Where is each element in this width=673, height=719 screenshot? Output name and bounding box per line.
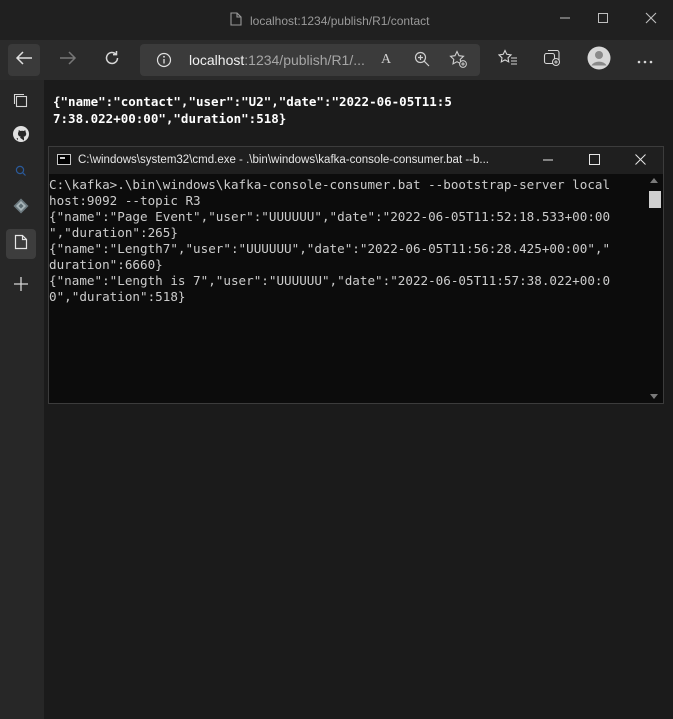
search-icon xyxy=(14,164,28,183)
json-response-text: {"name":"contact","user":"U2","date":"20… xyxy=(53,94,452,126)
back-button[interactable] xyxy=(8,44,40,76)
more-icon xyxy=(637,51,653,69)
collections-button[interactable] xyxy=(536,44,568,76)
console-line: duration":6660} xyxy=(49,257,163,272)
sidebar-item-search[interactable] xyxy=(6,158,36,188)
address-text[interactable]: localhost:1234/publish/R1/... xyxy=(189,52,365,68)
close-icon xyxy=(634,152,646,170)
maximize-icon xyxy=(588,152,600,170)
refresh-button[interactable] xyxy=(96,44,128,76)
profile-icon xyxy=(587,46,611,75)
window-title-area: localhost:1234/publish/R1/contact xyxy=(230,12,429,29)
scroll-down-icon[interactable] xyxy=(650,394,658,399)
forward-button[interactable] xyxy=(52,44,84,76)
cmd-maximize-button[interactable] xyxy=(571,147,617,174)
document-icon xyxy=(14,234,28,255)
cmd-scrollbar[interactable] xyxy=(647,175,663,403)
console-line: C:\kafka>.\bin\windows\kafka-console-con… xyxy=(49,177,611,192)
cmd-output[interactable]: C:\kafka>.\bin\windows\kafka-console-con… xyxy=(49,177,647,399)
favorites-icon xyxy=(497,48,518,72)
refresh-icon xyxy=(103,49,121,72)
cmd-title: C:\windows\system32\cmd.exe - .\bin\wind… xyxy=(78,154,489,166)
cmd-minimize-button[interactable] xyxy=(525,147,571,174)
read-aloud-button[interactable]: A xyxy=(376,51,396,69)
more-button[interactable] xyxy=(629,44,661,76)
forward-arrow-icon xyxy=(59,50,77,71)
browser-titlebar: localhost:1234/publish/R1/contact xyxy=(0,0,673,40)
read-aloud-icon: A xyxy=(380,52,392,67)
maximize-icon xyxy=(597,11,609,29)
window-title: localhost:1234/publish/R1/contact xyxy=(250,13,430,28)
sidebar-item-add[interactable] xyxy=(6,271,36,301)
collections-icon xyxy=(543,49,561,72)
cmd-titlebar[interactable]: C:\windows\system32\cmd.exe - .\bin\wind… xyxy=(49,147,663,174)
info-icon[interactable] xyxy=(156,52,172,73)
github-icon xyxy=(12,125,30,148)
add-favorite-button[interactable] xyxy=(448,49,468,71)
minimize-icon xyxy=(559,11,571,29)
favorites-button[interactable] xyxy=(492,44,524,76)
maximize-button[interactable] xyxy=(584,0,622,40)
console-line: {"name":"Page Event","user":"UUUUUU","da… xyxy=(49,209,611,224)
back-arrow-icon xyxy=(15,50,33,71)
sidebar-item-document[interactable] xyxy=(6,229,36,259)
close-button[interactable] xyxy=(632,0,670,40)
minimize-icon xyxy=(543,152,553,170)
minimize-button[interactable] xyxy=(546,0,584,40)
close-icon xyxy=(645,11,657,29)
cmd-close-button[interactable] xyxy=(617,147,663,174)
console-line: {"name":"Length is 7","user":"UUUUUU","d… xyxy=(49,273,611,288)
console-line: 0","duration":518} xyxy=(49,289,186,304)
image-icon xyxy=(12,197,30,220)
profile-button[interactable] xyxy=(583,44,615,76)
browser-sidebar xyxy=(0,80,44,719)
tab-actions-icon xyxy=(13,93,29,114)
sidebar-item-github[interactable] xyxy=(6,121,36,151)
sidebar-item-tab-actions[interactable] xyxy=(6,88,36,118)
cmd-icon xyxy=(57,154,71,165)
page-icon xyxy=(230,12,242,29)
add-icon xyxy=(13,276,29,297)
zoom-icon xyxy=(414,51,430,70)
add-favorite-icon xyxy=(449,49,467,71)
sidebar-item-image[interactable] xyxy=(6,193,36,223)
console-line: host:9092 --topic R3 xyxy=(49,193,201,208)
console-line: ","duration":265} xyxy=(49,225,178,240)
cmd-window: C:\windows\system32\cmd.exe - .\bin\wind… xyxy=(48,146,664,404)
zoom-button[interactable] xyxy=(412,51,432,69)
address-host: localhost xyxy=(189,52,245,68)
scrollbar-thumb[interactable] xyxy=(649,191,661,208)
address-bar[interactable]: localhost:1234/publish/R1/... A xyxy=(140,44,480,76)
console-line: {"name":"Length7","user":"UUUUUU","date"… xyxy=(49,241,611,256)
browser-toolbar: localhost:1234/publish/R1/... A xyxy=(0,40,673,80)
scroll-up-icon[interactable] xyxy=(650,178,658,183)
address-path: :1234/publish/R1/... xyxy=(244,52,365,68)
